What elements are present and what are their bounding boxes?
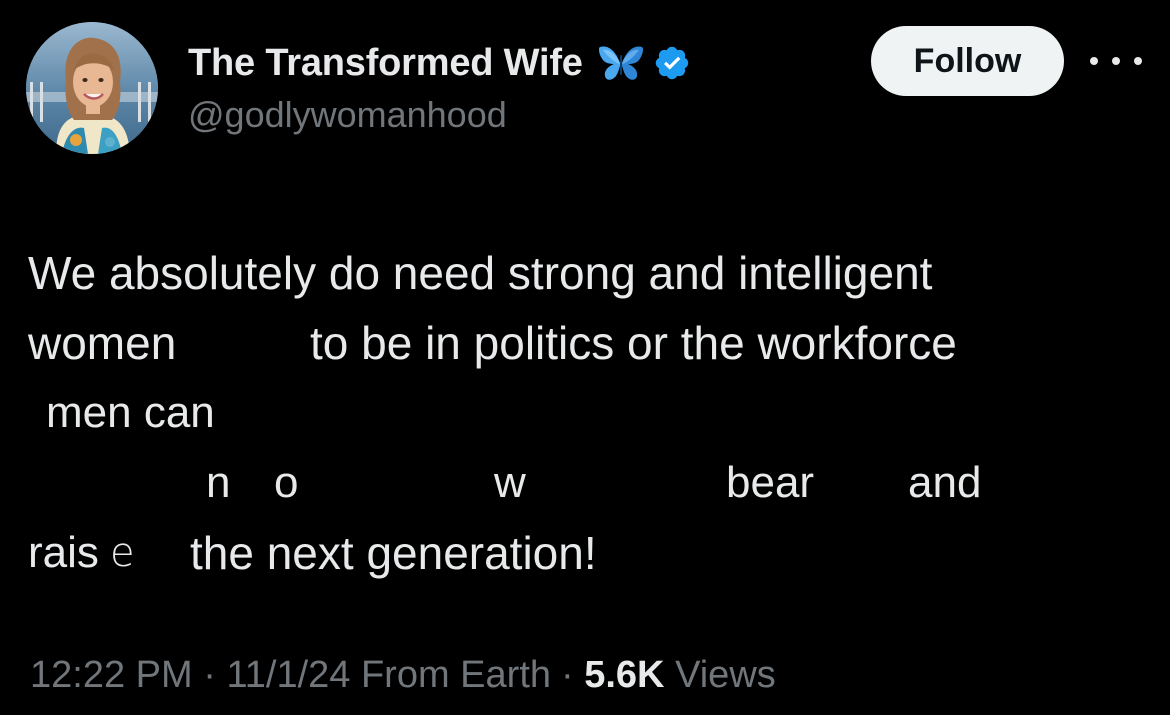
tweet-line-5: rais e the next generation! (28, 518, 1148, 588)
tweet-text-segment: and (908, 458, 982, 507)
tweet-text-segment: e (110, 530, 135, 576)
tweet-metadata: 12:22 PM · 11/1/24 From Earth · 5.6K View… (30, 654, 776, 697)
more-dot (1090, 57, 1098, 65)
tweet-text-segment: We absolutely do need strong and intelli… (28, 247, 933, 299)
author-display-name[interactable]: The Transformed Wife (188, 42, 583, 85)
tweet-line-4: n o w bear and (28, 448, 1148, 518)
more-options-icon[interactable] (1090, 46, 1142, 76)
avatar-photo (26, 22, 158, 154)
tweet-text-segment: the next generation! (190, 527, 597, 579)
tweet-source: From Earth (360, 654, 552, 696)
tweet-line-2: women to be in politics or the workforce (28, 308, 1148, 378)
tweet-text-segment: to be in politics or the workforce (310, 317, 957, 369)
tweet-text-segment: w (494, 458, 526, 507)
views-count: 5.6K (584, 654, 665, 696)
tweet-text-segment: women (28, 317, 177, 369)
author-name-row: The Transformed Wife (188, 38, 691, 88)
meta-separator: · (561, 654, 574, 696)
author-handle[interactable]: @godlywomanhood (188, 94, 507, 136)
follow-button[interactable]: Follow (871, 26, 1064, 96)
tweet-text-segment: men can (46, 388, 215, 437)
verified-badge-icon[interactable] (653, 44, 691, 82)
meta-separator: · (203, 654, 216, 696)
more-dot (1134, 57, 1142, 65)
tweet-text-segment: bear (726, 458, 815, 507)
tweet-text: We absolutely do need strong and intelli… (28, 238, 1148, 588)
tweet-line-1: We absolutely do need strong and intelli… (28, 238, 1148, 308)
more-dot (1112, 57, 1120, 65)
tweet-text-segment: rais (28, 528, 99, 577)
avatar[interactable] (26, 22, 158, 154)
tweet-text-segment: o (274, 458, 299, 507)
butterfly-icon (597, 43, 645, 83)
tweet-line-3: men can (28, 378, 1148, 448)
views-label: Views (675, 654, 776, 696)
tweet-text-segment: n (206, 458, 231, 507)
tweet-time[interactable]: 12:22 PM (30, 654, 193, 696)
tweet-date[interactable]: 11/1/24 (226, 654, 350, 696)
